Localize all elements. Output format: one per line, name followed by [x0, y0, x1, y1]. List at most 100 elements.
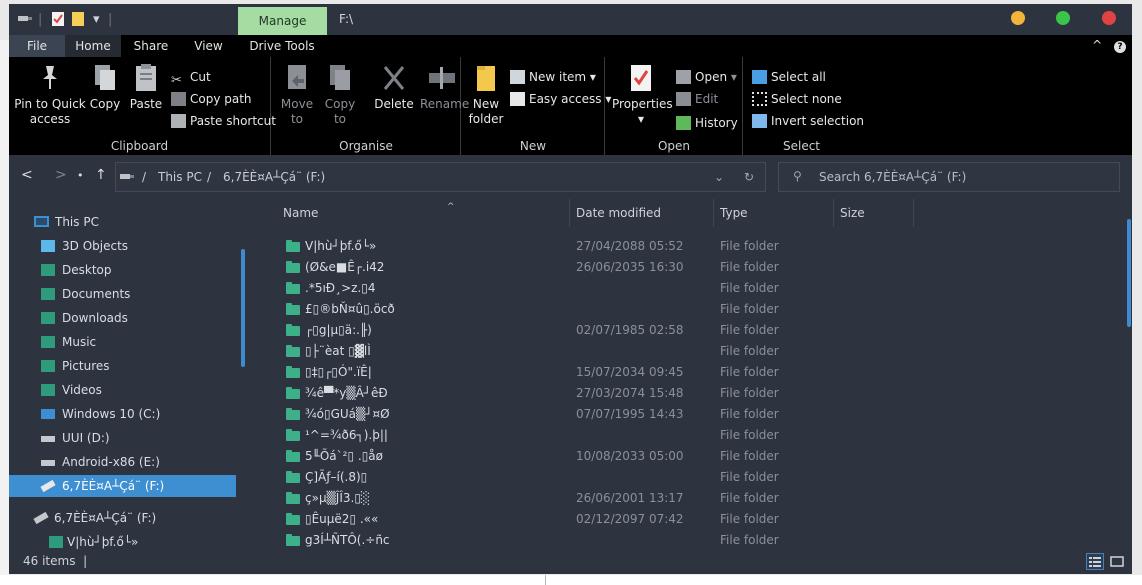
chevron-down-icon[interactable]: ⌄ — [714, 170, 724, 184]
nav-item-desktop[interactable]: Desktop — [9, 259, 236, 281]
tab-file[interactable]: File — [9, 35, 65, 57]
table-row[interactable]: (Ø&e■Ê┌.i42 26/06/2035 16:30 File folder — [247, 257, 1117, 278]
new-item-button[interactable]: New item ▾ — [510, 67, 596, 87]
tab-home[interactable]: Home — [65, 35, 121, 57]
rename-button[interactable]: Rename — [420, 63, 469, 112]
column-size[interactable]: Size — [834, 199, 914, 227]
table-row[interactable]: ▯Êuµë2▯ .«« 02/12/2097 07:42 File folder — [247, 509, 1117, 530]
nav-item-this-pc[interactable]: This PC — [9, 211, 236, 233]
file-name: .*5ıÐ¸>z.▯4 — [305, 281, 376, 295]
details-view-button[interactable] — [1086, 553, 1104, 570]
column-name[interactable]: ^ Name — [277, 199, 570, 227]
folder-icon — [41, 264, 55, 276]
table-row[interactable]: ▯├¨èat ▯▓lÌ File folder — [247, 341, 1117, 362]
breadcrumb-drive[interactable]: 6,7ÈÈ¤A┴Çá¨ (F:) — [223, 170, 325, 184]
tab-drive-tools[interactable]: Drive Tools — [241, 35, 323, 57]
column-date-modified[interactable]: Date modified — [570, 199, 714, 227]
select-all-button[interactable]: Select all — [752, 67, 826, 87]
nav-item-downloads[interactable]: Downloads — [9, 307, 236, 329]
tab-share[interactable]: Share — [121, 35, 181, 57]
table-row[interactable]: Ç]Ãƒ–í(.8)▯ File folder — [247, 467, 1117, 488]
properties-qa-icon[interactable] — [52, 12, 64, 30]
nav-item-3d-objects[interactable]: 3D Objects — [9, 235, 236, 257]
usb-drive-icon — [119, 170, 135, 185]
address-bar[interactable]: / This PC / 6,7ÈÈ¤A┴Çá¨ (F:) ⌄ ↻ — [115, 162, 766, 192]
forward-arrow-icon[interactable]: > — [55, 167, 67, 183]
nav-item-drive-f[interactable]: 6,7ÈÈ¤A┴Çá¨ (F:) — [9, 507, 236, 529]
paste-button[interactable]: Paste — [128, 63, 164, 112]
breadcrumb-this-pc[interactable]: This PC — [158, 170, 202, 184]
table-row[interactable]: ┌▯g|µ▯ä:.╟) 02/07/1985 02:58 File folder — [247, 320, 1117, 341]
table-row[interactable]: ¾ê▀*y▒Â┘êÐ 27/03/2074 15:48 File folder — [247, 383, 1117, 404]
invert-selection-button[interactable]: Invert selection — [752, 111, 864, 131]
breadcrumb-separator-icon: / — [142, 170, 147, 184]
table-row[interactable]: ç»µ▒ĴÎ3.▯░ 26/06/2001 13:17 File folder — [247, 488, 1117, 509]
table-row[interactable]: ▯‡▯┌▯Ó".ïÊ| 15/07/2034 09:45 File folder — [247, 362, 1117, 383]
open-button[interactable]: Open ▾ — [676, 67, 737, 87]
customize-qa-icon[interactable]: ▾ — [93, 12, 100, 27]
move-to-button[interactable]: Move to — [280, 63, 314, 127]
file-name: g3Í┴ÑTÔ(.÷ñc — [305, 533, 390, 547]
new-group-label: New — [519, 139, 547, 153]
folder-icon — [41, 312, 55, 324]
table-row[interactable]: g3Í┴ÑTÔ(.÷ñc File folder — [247, 530, 1117, 549]
monitor-icon — [34, 216, 49, 227]
file-list-scrollbar[interactable] — [1127, 219, 1131, 327]
nav-item-uui-d[interactable]: UUI (D:) — [9, 427, 236, 449]
minimize-button[interactable] — [1011, 11, 1025, 25]
folder-icon — [286, 471, 300, 483]
new-folder-button[interactable]: New folder — [468, 63, 504, 127]
delete-button[interactable]: Delete — [374, 63, 414, 112]
move-to-icon — [288, 65, 306, 89]
easy-access-button[interactable]: Easy access ▾ — [510, 89, 611, 109]
copy-to-button[interactable]: Copy to — [324, 63, 356, 127]
tab-view[interactable]: View — [181, 35, 236, 57]
maximize-button[interactable] — [1056, 11, 1070, 25]
copy-path-button[interactable]: Copy path — [171, 89, 252, 109]
nav-scrollbar[interactable] — [241, 249, 245, 367]
help-icon[interactable]: ? — [1114, 41, 1126, 53]
nav-item-subfolder[interactable]: V|hù┘þf.ő└» — [9, 531, 236, 549]
select-none-button[interactable]: Select none — [752, 89, 842, 109]
select-all-icon — [752, 70, 767, 84]
copy-button[interactable]: Copy — [89, 63, 121, 112]
organise-group: Move to Copy to Delete Rename Organise — [272, 57, 469, 155]
history-button[interactable]: History — [676, 113, 738, 133]
new-folder-qa-icon[interactable] — [72, 12, 84, 30]
table-row[interactable]: £▯®bŇ¤û▯.öcð File folder — [247, 299, 1117, 320]
nav-item-windows-c[interactable]: Windows 10 (C:) — [9, 403, 236, 425]
nav-item-drive-f-selected[interactable]: 6,7ÈÈ¤A┴Çá¨ (F:) — [9, 475, 236, 497]
refresh-icon[interactable]: ↻ — [744, 170, 754, 184]
nav-item-android-e[interactable]: Android-x86 (E:) — [9, 451, 236, 473]
search-input[interactable]: ⚲ Search 6,7ÈÈ¤A┴Çá¨ (F:) — [778, 162, 1120, 192]
file-type: File folder — [720, 239, 779, 253]
manage-tab[interactable]: Manage — [238, 7, 327, 35]
column-type[interactable]: Type — [714, 199, 834, 227]
up-arrow-icon[interactable]: ↑ — [95, 167, 107, 183]
paste-shortcut-button[interactable]: Paste shortcut — [171, 111, 276, 131]
history-icon — [676, 116, 691, 130]
nav-item-music[interactable]: Music — [9, 331, 236, 353]
large-icons-view-button[interactable] — [1108, 553, 1126, 570]
table-row[interactable]: V|hù┘þf.ő└» 27/04/2088 05:52 File folder — [247, 236, 1117, 257]
folder-icon — [49, 536, 63, 548]
properties-button[interactable]: Properties ▾ — [612, 63, 673, 127]
back-arrow-icon[interactable]: < — [21, 167, 33, 183]
table-row[interactable]: .*5ıÐ¸>z.▯4 File folder — [247, 278, 1117, 299]
recent-locations-icon[interactable]: • — [77, 169, 84, 182]
nav-item-videos[interactable]: Videos — [9, 379, 236, 401]
nav-item-pictures[interactable]: Pictures — [9, 355, 236, 377]
usb-drive-icon — [17, 12, 33, 28]
pin-quick-access-button[interactable]: Pin to Quick access — [13, 63, 87, 127]
file-name: ▯Êuµë2▯ .«« — [305, 512, 379, 526]
edit-button[interactable]: Edit — [676, 89, 718, 109]
table-row[interactable]: ¹^=¾ð6┐).þ|| File folder — [247, 425, 1117, 446]
close-button[interactable] — [1102, 11, 1116, 25]
collapse-ribbon-icon[interactable]: ^ — [1092, 38, 1102, 52]
nav-item-documents[interactable]: Documents — [9, 283, 236, 305]
ribbon-tabs: File Home Share View Drive Tools ^ ? — [9, 35, 1132, 57]
cut-button[interactable]: ✂ Cut — [171, 67, 211, 88]
select-group: Select all Select none Invert selection … — [744, 57, 864, 155]
table-row[interactable]: 5╙Õá`²▯ .▯åø 10/08/2033 05:00 File folder — [247, 446, 1117, 467]
table-row[interactable]: ¾ó▯GUá▒┘¤Ø 07/07/1995 14:43 File folder — [247, 404, 1117, 425]
